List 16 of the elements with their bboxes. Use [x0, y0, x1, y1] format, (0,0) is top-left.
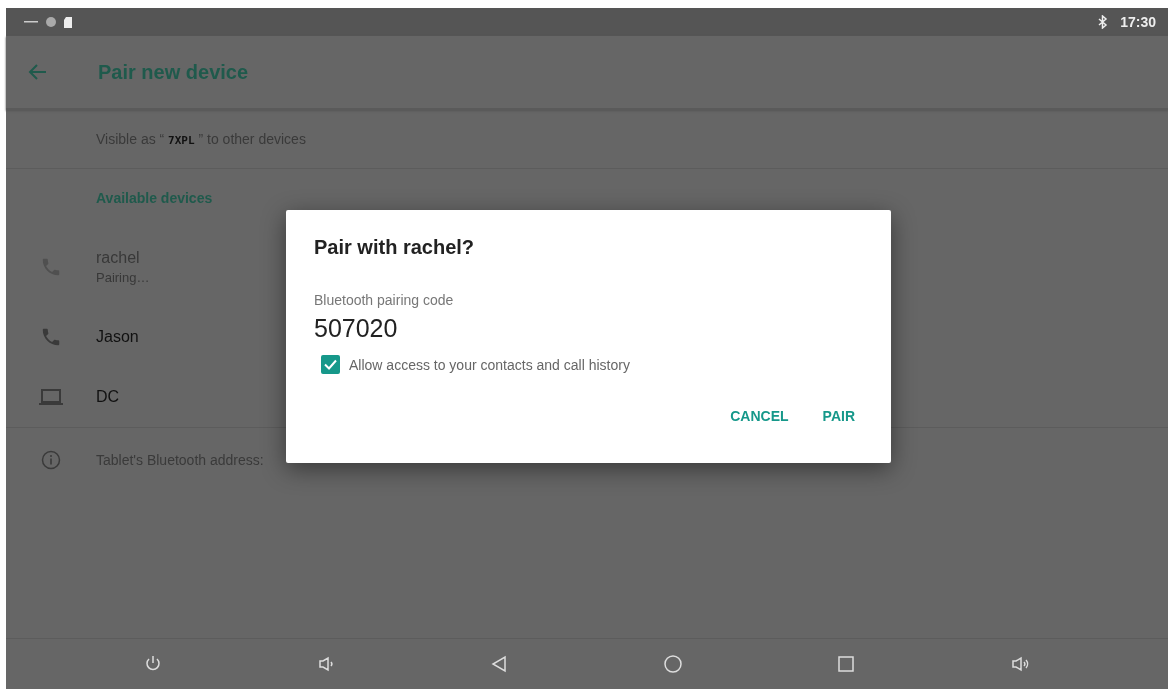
pair-button[interactable]: PAIR [814, 402, 863, 430]
section-title: Available devices [96, 190, 213, 206]
laptop-icon [38, 387, 64, 407]
pairing-code: 507020 [314, 314, 399, 343]
clock-time: 17:30 [1120, 14, 1156, 30]
cancel-button[interactable]: CANCEL [722, 402, 797, 430]
checkbox-label: Allow access to your contacts and call history [349, 356, 630, 373]
device-name: Jason [96, 328, 139, 346]
contacts-checkbox[interactable] [321, 355, 340, 374]
pairing-code-label: Bluetooth pairing code [314, 292, 455, 308]
device-name: DC [96, 388, 120, 406]
info-icon [41, 450, 61, 470]
dialog-title: Pair with rachel? [314, 236, 476, 259]
page-title: Pair new device [98, 60, 249, 84]
bluetooth-icon [1098, 15, 1109, 29]
phone-icon [40, 326, 62, 348]
